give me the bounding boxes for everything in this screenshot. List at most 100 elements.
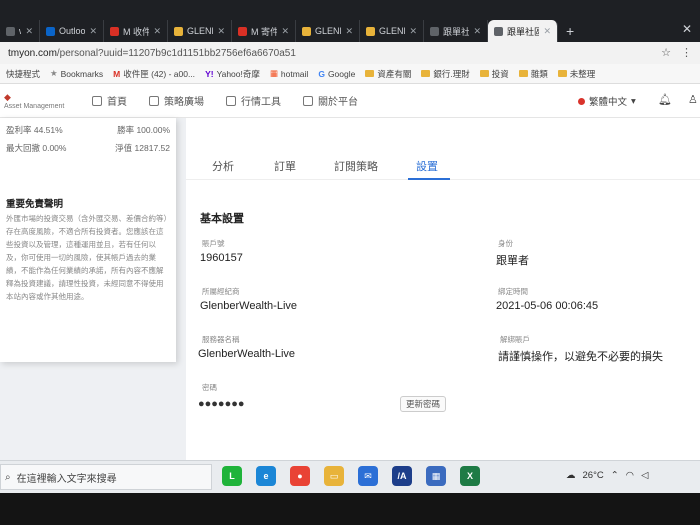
- bookmark-item[interactable]: 投資: [479, 68, 509, 80]
- language-flag-icon: [578, 97, 585, 105]
- url-text[interactable]: tmyon.com/personal?uuid=11207b9c1d1151bb…: [8, 48, 296, 59]
- menu-icon[interactable]: ⋮: [681, 46, 692, 59]
- tab-close-icon[interactable]: ✕: [89, 26, 97, 37]
- browser-tab[interactable]: GLENB ✕: [360, 20, 424, 42]
- unbind-account-label[interactable]: 解綁賬戶: [500, 334, 530, 345]
- taskbar-apps: Le ● ▭ ✉ /A ▦ X: [222, 466, 480, 486]
- nav-item[interactable]: 首頁: [92, 93, 127, 108]
- bookmark-item[interactable]: 雜類: [518, 68, 548, 80]
- line-app-icon[interactable]: L: [222, 466, 242, 486]
- chrome-app-icon[interactable]: ●: [290, 466, 310, 486]
- identity-value: 跟單者: [496, 255, 529, 267]
- tab-close-icon[interactable]: ✕: [217, 26, 225, 37]
- browser-tab[interactable]: M 收件匣 ✕: [104, 20, 168, 42]
- site-header: ◆ Asset Management 首頁 策略廣場 行情工具 關於平台 繁體中文 ▾…: [0, 84, 700, 118]
- bookmark-item[interactable]: 資產有關: [365, 68, 411, 80]
- tab-label: M 寄件備份: [251, 26, 278, 37]
- browser-tab[interactable]: 跟單社區✕: [424, 20, 488, 42]
- new-tab-button[interactable]: +: [558, 20, 582, 42]
- tab-close-icon[interactable]: ✕: [345, 26, 353, 37]
- account-tabs: 分析 訂單 訂閱策略 設置: [186, 150, 700, 180]
- nav-item[interactable]: 行情工具: [226, 93, 281, 108]
- tab-subscribed-strategies[interactable]: 訂閱策略: [334, 158, 378, 174]
- taskbar-search[interactable]: ⌕ 在這裡輸入文字來搜尋: [0, 464, 212, 490]
- bookmark-item[interactable]: M 收件匣 (42) - a00...: [113, 68, 195, 80]
- section-title: 基本設置: [200, 213, 244, 225]
- disclaimer-title: 重要免責聲明: [6, 199, 64, 210]
- tab-label: Outlook: [59, 26, 86, 36]
- mt4-app-icon[interactable]: /A: [392, 466, 412, 486]
- bookmark-item[interactable]: 未整理: [557, 68, 595, 80]
- tab-favicon-icon: [494, 26, 503, 36]
- star-icon: ★: [50, 68, 58, 78]
- browser-tab[interactable]: 跟單社區✕: [488, 20, 558, 42]
- bookmark-item[interactable]: ▦ hotmail: [270, 68, 308, 79]
- tab-close-icon[interactable]: ✕: [543, 26, 551, 37]
- gmail-icon: M: [113, 68, 121, 79]
- tab-favicon-icon: [110, 26, 119, 36]
- field-label: 所屬經紀商: [202, 287, 240, 296]
- tab-label: GLENB: [379, 26, 405, 36]
- password-label: 密碼: [202, 383, 217, 392]
- close-window-icon[interactable]: ✕: [682, 22, 692, 36]
- bookmark-label: 投資: [491, 68, 509, 79]
- window-controls: ✕: [682, 22, 692, 36]
- folder-icon: [479, 70, 489, 77]
- account-summary-panel: 盈利率 44.51% 勝率 100.00% 最大回撤 0.00% 淨值 1281…: [0, 118, 176, 362]
- address-bar[interactable]: tmyon.com/personal?uuid=11207b9c1d1151bb…: [0, 42, 700, 64]
- edge-app-icon[interactable]: e: [256, 466, 276, 486]
- nav-item[interactable]: 關於平台: [303, 93, 358, 108]
- bookmark-item[interactable]: G Google: [318, 69, 355, 79]
- browser-tab[interactable]: www.c ✕: [0, 20, 40, 42]
- browser-tab[interactable]: GLENB ✕: [296, 20, 360, 42]
- network-icon[interactable]: ◠: [626, 470, 634, 481]
- bookmark-label: 快捷程式: [6, 68, 41, 79]
- broker-value: GlenberWealth-Live: [200, 300, 298, 312]
- file-explorer-icon[interactable]: ▭: [324, 466, 344, 486]
- bookmark-item[interactable]: Y! Yahoo!奇摩: [205, 68, 260, 80]
- page-body: 盈利率 44.51% 勝率 100.00% 最大回撤 0.00% 淨值 1281…: [0, 118, 700, 460]
- windows-taskbar: ⌕ 在這裡輸入文字來搜尋 Le ● ▭ ✉ /A ▦ X ☁ 26°C ⌃ ◠ ◁: [0, 460, 700, 493]
- site-logo[interactable]: ◆ Asset Management: [0, 92, 70, 110]
- tab-analysis[interactable]: 分析: [212, 158, 234, 174]
- change-password-button[interactable]: 更新密碼: [400, 396, 447, 412]
- monitor-bezel: [0, 493, 700, 525]
- account-number-value: 1960157: [200, 252, 243, 264]
- browser-tab[interactable]: M 寄件備份✕: [232, 20, 296, 42]
- site-nav: 首頁 策略廣場 行情工具 關於平台: [70, 93, 358, 108]
- tab-close-icon[interactable]: ✕: [473, 26, 481, 37]
- language-selector[interactable]: 繁體中文 ▾: [578, 94, 636, 108]
- bookmarks-bar: 快捷程式 ★ Bookmarks M 收件匣 (42) - a00... Y! Yahoo!…: [0, 64, 700, 84]
- user-icon[interactable]: ♙: [688, 93, 698, 106]
- weather-temp[interactable]: 26°C: [583, 470, 604, 481]
- home-icon: [92, 95, 102, 106]
- tab-label: 跟單社區: [443, 26, 470, 37]
- bookmark-item[interactable]: 銀行.理財: [421, 68, 470, 80]
- chevron-up-icon[interactable]: ⌃: [611, 470, 619, 481]
- star-bookmark-icon[interactable]: ☆: [661, 46, 671, 59]
- terminal-app-icon[interactable]: ▦: [426, 466, 446, 486]
- mail-app-icon[interactable]: ✉: [358, 466, 378, 486]
- tab-close-icon[interactable]: ✕: [281, 26, 289, 37]
- excel-app-icon[interactable]: X: [460, 466, 480, 486]
- volume-icon[interactable]: ◁: [641, 470, 648, 481]
- tab-label: GLENB: [315, 26, 341, 36]
- tab-orders[interactable]: 訂單: [274, 158, 296, 174]
- chevron-down-icon: ▾: [631, 95, 636, 107]
- grid-icon: [149, 95, 159, 106]
- tab-settings[interactable]: 設置: [416, 158, 438, 174]
- nav-item[interactable]: 策略廣場: [149, 93, 204, 108]
- field-label: 服務器名稱: [202, 335, 240, 344]
- bookmark-item[interactable]: ★ Bookmarks: [50, 68, 103, 79]
- tab-close-icon[interactable]: ✕: [25, 26, 33, 37]
- tab-favicon-icon: [46, 26, 55, 36]
- field-label: 賬戶號: [202, 239, 225, 248]
- browser-tab[interactable]: GLENB ✕: [168, 20, 232, 42]
- tab-close-icon[interactable]: ✕: [409, 26, 417, 37]
- active-tab-indicator: [408, 178, 450, 180]
- tab-favicon-icon: [366, 26, 375, 36]
- bookmark-item[interactable]: 快捷程式: [6, 68, 40, 80]
- bell-icon[interactable]: 🔔︎: [658, 93, 672, 106]
- browser-tab[interactable]: Outlook✕: [40, 20, 104, 42]
- tab-close-icon[interactable]: ✕: [153, 26, 161, 37]
